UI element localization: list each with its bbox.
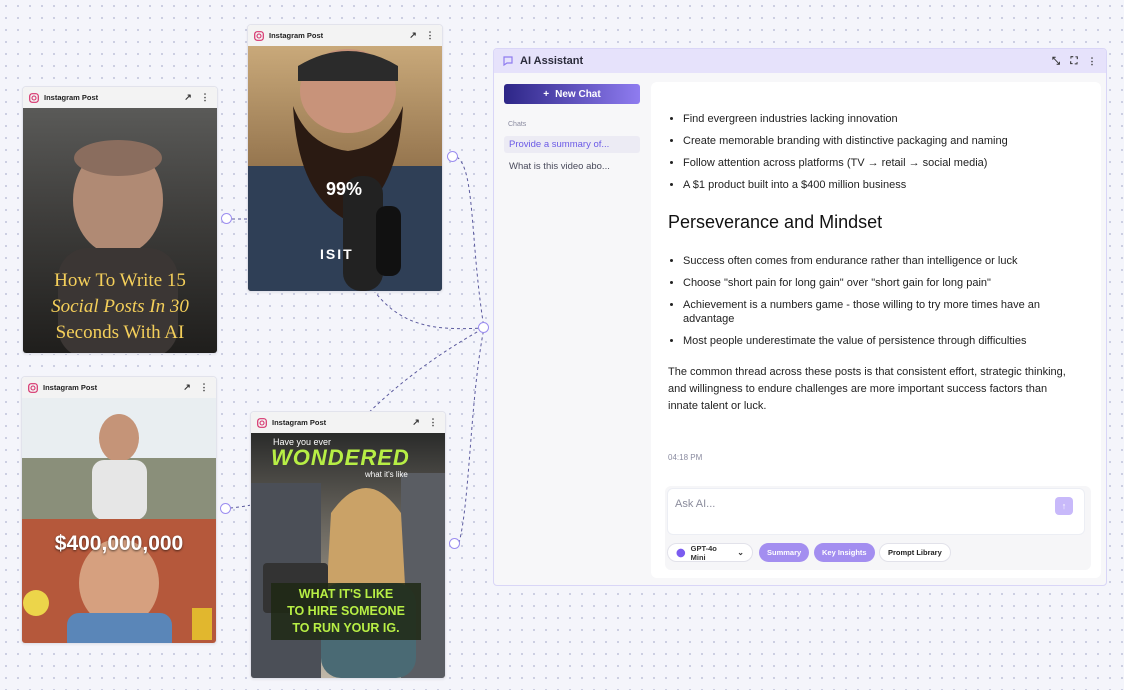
chat-history-item[interactable]: What is this video abo... — [504, 158, 640, 175]
instagram-post-card[interactable]: Instagram Post ↗ ⋮ Have you ever WONDERE… — [250, 411, 446, 679]
list-item: Create memorable branding with distincti… — [683, 134, 1078, 148]
post-thumbnail[interactable]: How To Write 15 Social Posts In 30 Secon… — [23, 108, 217, 353]
instagram-icon — [28, 382, 38, 393]
chat-main: Find evergreen industries lacking innova… — [651, 82, 1101, 578]
chevron-down-icon: ⌄ — [737, 548, 744, 557]
post-thumbnail[interactable]: Have you ever WONDERED what it's like WH… — [251, 433, 445, 678]
post-label: Instagram Post — [272, 418, 327, 427]
plus-icon: + — [543, 88, 550, 100]
post-caption-line: TO HIRE SOMEONE — [287, 604, 405, 618]
more-options-icon[interactable]: ⋮ — [198, 382, 210, 394]
model-selector[interactable]: GPT-4o Mini ⌄ — [667, 543, 753, 562]
post-thumbnail[interactable]: $400,000,000 — [22, 398, 216, 643]
chat-bubble-icon — [503, 56, 513, 67]
summary-pill[interactable]: Summary — [759, 543, 810, 562]
open-external-icon[interactable]: ↗ — [407, 30, 419, 42]
post-label: Instagram Post — [269, 31, 324, 40]
list-item: Find evergreen industries lacking innova… — [683, 112, 1078, 126]
connection-node[interactable] — [478, 322, 489, 333]
list-item: Follow attention across platforms (TV → … — [683, 156, 1078, 170]
open-external-icon[interactable]: ↗ — [181, 382, 193, 394]
new-chat-button[interactable]: + New Chat — [504, 84, 640, 104]
collapse-icon[interactable]: ⤡ — [1050, 55, 1062, 67]
post-caption-line: Seconds With AI — [55, 322, 185, 343]
post-caption-big: WONDERED — [271, 445, 410, 470]
post-label: Instagram Post — [44, 93, 99, 102]
send-button[interactable]: ↑ — [1055, 497, 1073, 515]
post-caption-small: what it's like — [365, 470, 408, 479]
key-insights-pill[interactable]: Key Insights — [814, 543, 875, 562]
chat-input-area: Ask AI... ↑ GPT-4o Mini ⌄ Summary Key In… — [665, 486, 1091, 570]
more-options-icon[interactable]: ⋮ — [199, 92, 211, 104]
fullscreen-icon[interactable]: ⛶ — [1068, 55, 1080, 67]
ask-ai-input[interactable]: Ask AI... ↑ — [667, 488, 1085, 535]
conclusion-paragraph: The common thread across these posts is … — [668, 366, 1066, 412]
instagram-icon — [254, 30, 264, 41]
post-label: Instagram Post — [43, 383, 98, 392]
post-caption-box: WHAT IT'S LIKE TO HIRE SOMEONE TO RUN YO… — [271, 583, 421, 640]
post-caption-line: How To Write 15 — [54, 270, 186, 291]
new-chat-label: New Chat — [555, 88, 601, 100]
open-external-icon[interactable]: ↗ — [410, 417, 422, 429]
assistant-header: AI Assistant ⤡ ⛶ ⋮ — [494, 49, 1106, 73]
more-options-icon[interactable]: ⋮ — [1086, 55, 1098, 67]
more-options-icon[interactable]: ⋮ — [424, 30, 436, 42]
input-placeholder: Ask AI... — [675, 498, 716, 510]
list-item: Choose "short pain for long gain" over "… — [683, 276, 1078, 290]
message-timestamp: 04:18 PM — [668, 453, 703, 462]
model-name: GPT-4o Mini — [690, 543, 717, 562]
connection-node[interactable] — [449, 538, 460, 549]
list-item: A $1 product built into a $400 million b… — [683, 178, 1078, 192]
connector-line — [456, 156, 485, 329]
chat-sidebar: + New Chat Chats Provide a summary of...… — [494, 73, 647, 585]
more-options-icon[interactable]: ⋮ — [427, 417, 439, 429]
shirt-text: ISIT — [320, 246, 354, 262]
assistant-message: Find evergreen industries lacking innova… — [668, 112, 1078, 415]
post-caption: 99% — [326, 179, 363, 199]
list-item: Achievement is a numbers game - those wi… — [683, 298, 1078, 326]
connection-node[interactable] — [220, 503, 231, 514]
instagram-post-card[interactable]: Instagram Post ↗ ⋮ How To Write 15 Socia… — [22, 86, 218, 354]
connection-node[interactable] — [447, 151, 458, 162]
connector-line — [458, 327, 485, 544]
ai-assistant-panel: AI Assistant ⤡ ⛶ ⋮ + New Chat Chats Prov… — [493, 48, 1107, 586]
arrow-up-icon: ↑ — [1061, 501, 1067, 511]
post-thumbnail[interactable]: 99% ISIT — [248, 46, 442, 291]
chat-history-item[interactable]: Provide a summary of... — [504, 136, 640, 153]
connection-node[interactable] — [221, 213, 232, 224]
post-caption-line: TO RUN YOUR IG. — [292, 621, 400, 635]
chats-label: Chats — [508, 121, 527, 128]
post-caption-line: WHAT IT'S LIKE — [298, 587, 394, 601]
open-external-icon[interactable]: ↗ — [182, 92, 194, 104]
assistant-title: AI Assistant — [520, 55, 584, 67]
post-caption: $400,000,000 — [54, 532, 184, 555]
instagram-icon — [29, 92, 39, 103]
bullet-list: Find evergreen industries lacking innova… — [668, 112, 1078, 192]
list-item: Most people underestimate the value of p… — [683, 334, 1078, 348]
list-item: Success often comes from endurance rathe… — [683, 254, 1078, 268]
instagram-post-card[interactable]: Instagram Post ↗ ⋮ 99% ISIT — [247, 24, 443, 292]
person-illustration — [22, 398, 216, 643]
instagram-post-card[interactable]: Instagram Post ↗ ⋮ $400,000,000 — [21, 376, 217, 644]
prompt-library-pill[interactable]: Prompt Library — [879, 543, 951, 562]
post-caption-line: Social Posts In 30 — [51, 296, 189, 317]
model-icon — [676, 548, 686, 557]
bullet-list: Success often comes from endurance rathe… — [668, 254, 1078, 348]
section-heading: Perseverance and Mindset — [668, 212, 883, 232]
instagram-icon — [257, 417, 267, 428]
